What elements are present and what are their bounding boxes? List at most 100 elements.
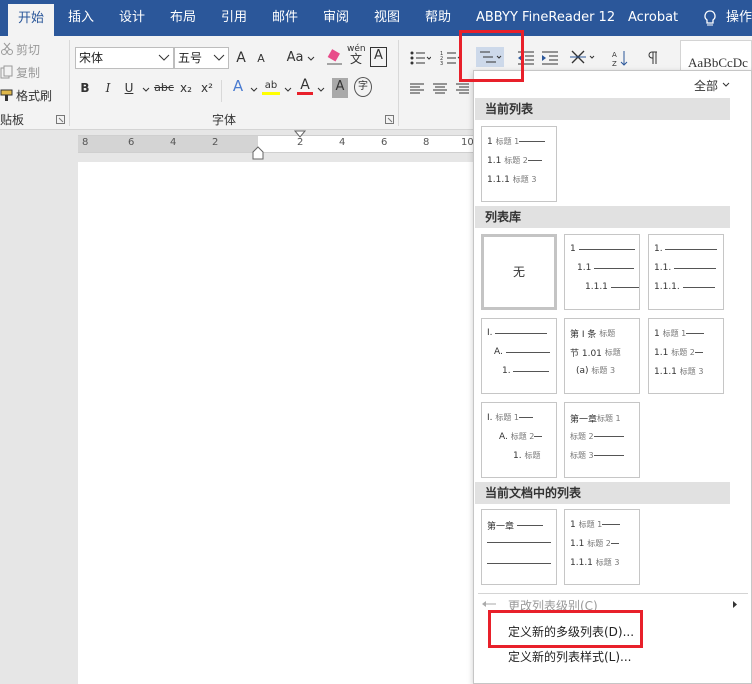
list-filter-all[interactable]: 全部 xyxy=(694,77,718,94)
style-sample-normal[interactable]: AaBbCcDc xyxy=(688,55,748,71)
change-case-button[interactable]: Aa xyxy=(285,49,305,69)
thumb-label: 标题 2 xyxy=(671,348,695,357)
tab-design[interactable]: 设计 xyxy=(119,0,145,36)
thumb-num: 1.1 xyxy=(487,155,502,166)
section-current-list: 当前列表 xyxy=(475,98,730,120)
thumb-label: 标题 1 xyxy=(597,414,621,423)
thumb-num: 第 Ⅰ 条 xyxy=(570,330,597,340)
font-color-button[interactable]: A xyxy=(297,76,313,96)
text-effects-button[interactable]: A xyxy=(230,77,246,97)
tab-mailings[interactable]: 邮件 xyxy=(272,0,298,36)
lightbulb-icon[interactable] xyxy=(703,10,717,28)
tab-layout[interactable]: 布局 xyxy=(170,0,196,36)
chevron-right-icon xyxy=(733,601,737,608)
thumb-num: 1. xyxy=(513,450,522,461)
strikethrough-button[interactable]: abc xyxy=(153,79,175,99)
tab-acrobat[interactable]: Acrobat xyxy=(628,0,678,36)
ruler-number: 8 xyxy=(423,137,430,148)
first-line-indent-marker-icon[interactable] xyxy=(294,130,306,139)
align-left-icon[interactable] xyxy=(409,83,425,95)
copy-icon xyxy=(0,65,13,79)
list-library-thumb[interactable]: 1 标题 1 1.1 标题 2 1.1.1 标题 3 xyxy=(648,318,724,394)
underline-button[interactable]: U xyxy=(122,79,136,99)
divider xyxy=(221,80,222,102)
tab-review[interactable]: 审阅 xyxy=(323,0,349,36)
align-right-icon[interactable] xyxy=(455,83,469,95)
scissors-icon xyxy=(1,42,13,55)
thumb-num: I. xyxy=(487,328,493,338)
thumb-num: 1.1.1. xyxy=(654,282,680,292)
ruler-number: 6 xyxy=(381,137,388,148)
tab-help[interactable]: 帮助 xyxy=(425,0,451,36)
document-list-thumb[interactable]: 1 标题 1 1.1 标题 2 1.1.1 标题 3 xyxy=(564,509,640,585)
thumb-label: 标题 3 xyxy=(570,451,594,460)
thumb-num: 1.1 xyxy=(577,263,592,273)
list-library-thumb[interactable]: 1. 1.1. 1.1.1. xyxy=(648,234,724,310)
subscript-button[interactable]: x₂ xyxy=(178,79,194,99)
increase-indent-icon[interactable] xyxy=(541,50,559,66)
thumb-label: 标题 2 xyxy=(504,156,528,165)
dialog-launcher-icon[interactable] xyxy=(56,115,65,124)
tab-view[interactable]: 视图 xyxy=(374,0,400,36)
ruler-number: 4 xyxy=(170,137,177,148)
list-library-thumb[interactable]: 第 Ⅰ 条 标题 节 1.01 标题 (a) 标题 3 xyxy=(564,318,640,394)
align-center-icon[interactable] xyxy=(432,83,448,95)
format-painter-button[interactable]: 格式刷 xyxy=(16,87,52,104)
thumb-num: 1.1 xyxy=(570,538,585,549)
superscript-button[interactable]: x² xyxy=(199,79,215,99)
tab-references[interactable]: 引用 xyxy=(221,0,247,36)
clear-formatting-icon[interactable] xyxy=(326,49,344,65)
sort-icon[interactable]: AZ xyxy=(612,49,628,67)
italic-button[interactable]: I xyxy=(101,79,115,99)
font-name-value: 宋体 xyxy=(79,51,104,65)
highlight-button[interactable]: ab xyxy=(262,77,280,97)
define-list-style-item[interactable]: 定义新的列表样式(L)... xyxy=(508,648,632,665)
character-border-button[interactable]: A xyxy=(370,47,387,67)
tab-insert[interactable]: 插入 xyxy=(68,0,94,36)
show-formatting-icon[interactable] xyxy=(647,50,661,66)
thumb-num: (a) xyxy=(576,365,589,376)
dialog-launcher-icon[interactable] xyxy=(385,115,394,124)
ruler-number: 4 xyxy=(339,137,346,148)
list-none-thumb[interactable]: 无 xyxy=(481,234,557,310)
document-list-thumb[interactable]: 第一章 xyxy=(481,509,557,585)
document-page[interactable] xyxy=(78,162,478,684)
thumb-label: 标题 3 xyxy=(591,366,616,375)
thumb-num: 第一章 xyxy=(487,522,515,532)
character-shading-button[interactable]: A xyxy=(332,78,348,98)
tab-home[interactable]: 开始 xyxy=(8,4,55,36)
chevron-down-icon xyxy=(317,87,325,92)
thumb-num: 1.1. xyxy=(654,263,672,273)
thumb-num: 1.1.1 xyxy=(654,366,677,377)
shrink-font-button[interactable]: A xyxy=(255,50,267,70)
ribbon-tab-bar: 开始 插入 设计 布局 引用 邮件 审阅 视图 帮助 ABBYY FineRea… xyxy=(0,0,752,36)
chinese-layout-icon[interactable] xyxy=(570,49,600,67)
current-list-thumb[interactable]: 1 标题 1 1.1 标题 2 1.1.1 标题 3 xyxy=(481,126,557,202)
enclose-characters-button[interactable]: 字 xyxy=(354,77,372,97)
font-size-combo[interactable]: 五号 xyxy=(174,47,229,69)
thumb-num: A. xyxy=(499,431,508,442)
svg-text:3: 3 xyxy=(440,61,443,66)
svg-text:A: A xyxy=(612,51,617,59)
thumb-label: 标题 xyxy=(524,451,541,460)
grow-font-button[interactable]: A xyxy=(234,49,248,69)
list-library-thumb[interactable]: I. 标题 1 A. 标题 2 1. 标题 xyxy=(481,402,557,478)
phonetic-guide-button[interactable]: wén 文 xyxy=(347,44,366,66)
list-library-thumb[interactable]: 1 1.1 1.1.1 xyxy=(564,234,640,310)
list-library-thumb[interactable]: 第一章 标题 1 标题 2 标题 3 xyxy=(564,402,640,478)
chevron-down-icon xyxy=(158,54,170,61)
group-divider xyxy=(69,40,70,126)
ruler-number: 2 xyxy=(212,137,219,148)
cut-button[interactable]: 剪切 xyxy=(16,41,40,58)
font-name-combo[interactable]: 宋体 xyxy=(75,47,174,69)
list-library-thumb[interactable]: I. A. 1. xyxy=(481,318,557,394)
chevron-down-icon xyxy=(307,56,315,61)
chevron-down-icon xyxy=(284,87,292,92)
bold-button[interactable]: B xyxy=(78,79,92,99)
tell-me-search[interactable]: 操作 xyxy=(726,0,752,36)
clipboard-group-label: 贴板 xyxy=(0,113,25,127)
hanging-indent-marker-icon[interactable] xyxy=(252,146,264,160)
bullets-icon[interactable] xyxy=(409,50,431,66)
copy-button[interactable]: 复制 xyxy=(16,64,40,81)
pinyin-bottom: 文 xyxy=(349,52,362,66)
